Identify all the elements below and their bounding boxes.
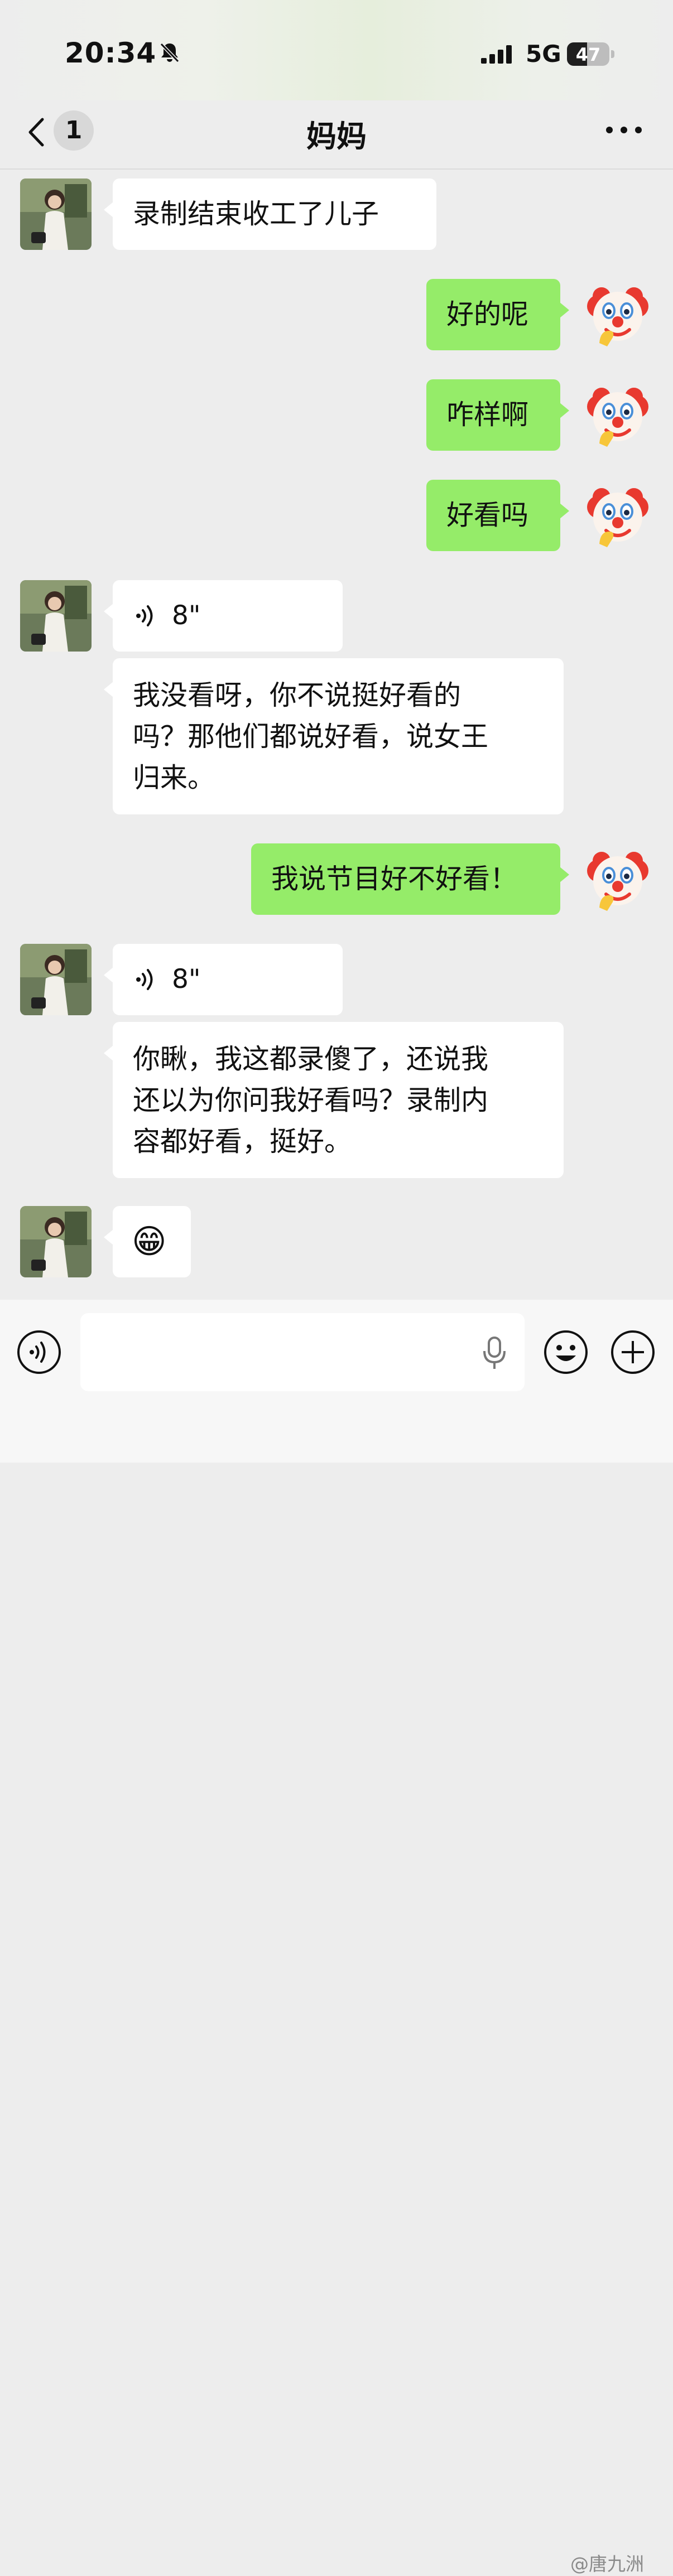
battery-tip (611, 50, 614, 58)
message-text-line: 吗？那他们都说好看，说女王 (133, 721, 489, 752)
message-bubble-incoming[interactable]: 你瞅，我这都录傻了，还说我 还以为你问我好看吗？录制内 容都好看，挺好。 (104, 1022, 564, 1178)
mic-icon[interactable] (480, 1335, 509, 1371)
voice-duration: 8" (172, 600, 201, 631)
clown-avatar-icon[interactable] (585, 846, 651, 912)
signal-icon (481, 45, 512, 64)
more-icon[interactable] (605, 122, 643, 138)
message-text: 咋样啊 (446, 399, 529, 431)
plus-icon[interactable] (610, 1330, 655, 1374)
contact-avatar[interactable] (20, 179, 92, 250)
voice-icon (136, 605, 153, 626)
message-text-line: 我没看呀，你不说挺好看的 (133, 679, 462, 711)
message-text-line: 容都好看，挺好。 (133, 1126, 352, 1157)
grin-emoji: 😁 (132, 1222, 167, 1261)
network-label: 5G (526, 40, 561, 67)
message-bubble-outgoing[interactable]: 咋样啊 (426, 379, 569, 451)
status-time: 20:34 (65, 37, 157, 69)
contact-avatar[interactable] (20, 1206, 92, 1277)
clown-avatar-icon[interactable] (585, 282, 651, 348)
message-text: 我说节目好不好看！ (271, 863, 518, 895)
message-text-line: 归来。 (133, 762, 215, 794)
message-text: 好的呢 (446, 298, 529, 330)
message-bubble-outgoing[interactable]: 我说节目好不好看！ (251, 843, 569, 915)
input-bar: @唐九洲 (0, 1300, 673, 2575)
nav-bar: 1 妈妈 (0, 100, 673, 168)
message-text-line: 还以为你问我好看吗？录制内 (133, 1084, 489, 1116)
clown-avatar-icon[interactable] (585, 382, 651, 448)
voice-message-bubble[interactable]: 8" (104, 580, 343, 652)
voice-duration: 8" (172, 964, 201, 995)
emoji-message-bubble[interactable]: 😁 (104, 1206, 191, 1277)
bell-muted-icon (160, 42, 180, 63)
message-bubble-outgoing[interactable]: 好看吗 (426, 480, 569, 551)
chat-title: 妈妈 (306, 119, 367, 154)
voice-icon (136, 969, 153, 990)
contact-avatar[interactable] (20, 580, 92, 652)
message-bubble-outgoing[interactable]: 好的呢 (426, 279, 569, 350)
voice-input-toggle-icon[interactable] (17, 1330, 61, 1374)
status-bar: 20:34 5G 47 (0, 0, 673, 100)
message-input[interactable] (80, 1313, 525, 1391)
message-text: 好看吗 (446, 499, 529, 531)
emoji-icon[interactable] (544, 1330, 588, 1374)
voice-message-bubble[interactable]: 8" (104, 944, 343, 1015)
nav-divider (0, 168, 673, 170)
clown-avatar-icon[interactable] (585, 483, 651, 548)
contact-avatar[interactable] (20, 944, 92, 1015)
message-text: 录制结束收工了儿子 (133, 198, 379, 230)
message-bubble-incoming[interactable]: 录制结束收工了儿子 (104, 179, 436, 250)
message-bubble-incoming[interactable]: 我没看呀，你不说挺好看的 吗？那他们都说好看，说女王 归来。 (104, 658, 564, 814)
message-text-line: 你瞅，我这都录傻了，还说我 (133, 1043, 489, 1075)
battery-level: 47 (575, 44, 601, 65)
battery-icon: 47 (567, 42, 609, 66)
watermark: @唐九洲 (570, 2553, 644, 2575)
